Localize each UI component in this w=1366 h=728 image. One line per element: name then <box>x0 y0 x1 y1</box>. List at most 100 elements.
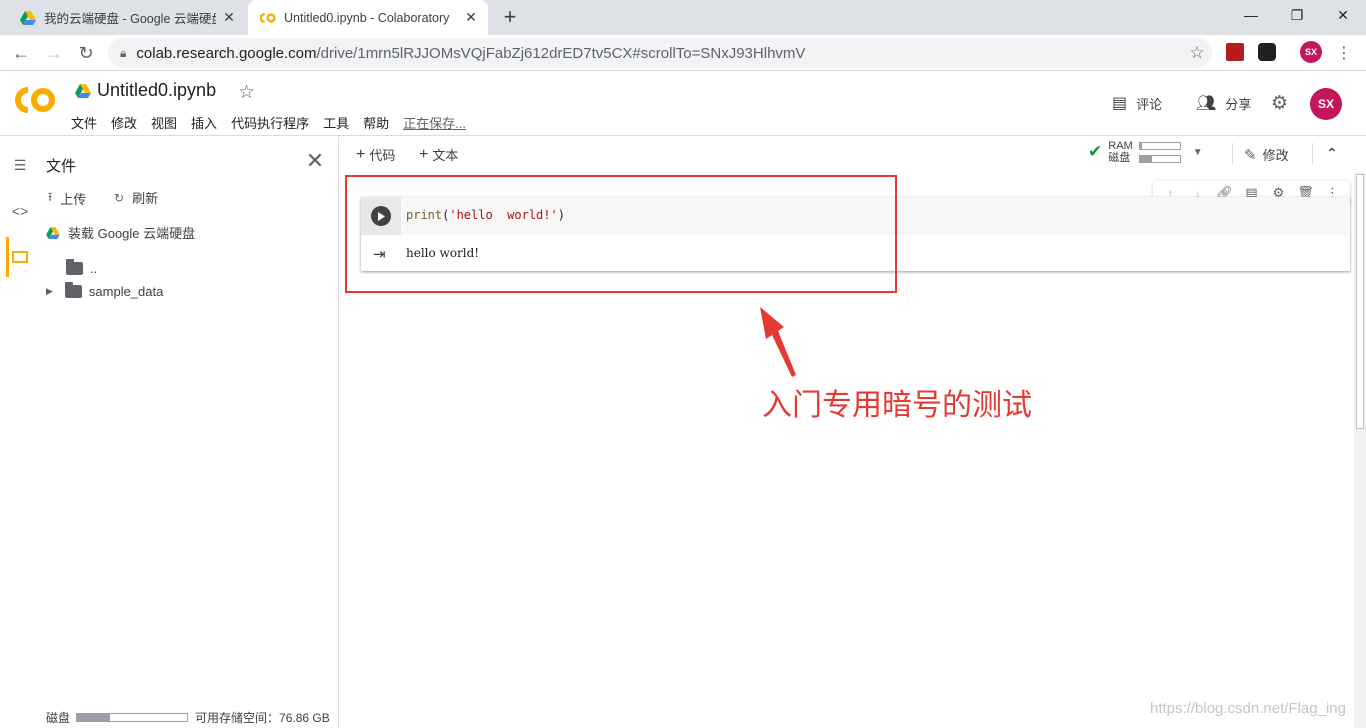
menu-edit[interactable]: 修改 <box>111 113 137 132</box>
collapse-header-icon[interactable]: ⌃ <box>1326 145 1338 162</box>
back-button[interactable]: ← <box>9 41 33 65</box>
menu-runtime[interactable]: 代码执行程序 <box>231 113 309 132</box>
watermark: https://blog.csdn.net/Flag_ing <box>1150 700 1346 717</box>
browser-toolbar: ← → ↻ 🔒︎ colab.research.google.com/drive… <box>0 35 1366 71</box>
tab-colab[interactable]: Untitled0.ipynb - Colaboratory ✕ <box>248 0 488 35</box>
close-tab-icon[interactable]: ✕ <box>464 9 478 25</box>
annotation-highlight-box <box>345 175 897 293</box>
tab-title: 我的云端硬盘 - Google 云端硬盘 <box>44 12 216 26</box>
parent-folder-row[interactable]: .. <box>66 259 98 276</box>
table-of-contents-icon[interactable]: ☰ <box>8 153 32 177</box>
close-window-button[interactable]: ✕ <box>1320 0 1366 30</box>
url-text: colab.research.google.com/drive/1mrn5lRJ… <box>136 44 806 62</box>
bookmark-star-icon[interactable]: ☆ <box>1182 43 1212 63</box>
menu-file[interactable]: 文件 <box>71 113 97 132</box>
pdf-extension-icon[interactable] <box>1226 43 1244 61</box>
disk-fill <box>1139 155 1152 162</box>
edit-button[interactable]: ✎ 修改 <box>1244 145 1289 164</box>
folder-label: sample_data <box>88 284 164 299</box>
save-status[interactable]: 正在保存... <box>403 113 466 132</box>
disk-usage-bar <box>76 713 189 722</box>
refresh-icon: ↻ <box>114 190 125 205</box>
share-button[interactable]: 👥︎ 分享 <box>1196 93 1251 113</box>
close-sidebar-icon[interactable]: ✕ <box>303 150 327 174</box>
refresh-button[interactable]: ↻ 刷新 <box>114 188 158 207</box>
upload-button[interactable]: ⭱ 上传 <box>48 188 86 209</box>
reload-button[interactable]: ↻ <box>74 41 98 65</box>
new-tab-button[interactable]: + <box>500 6 520 28</box>
notebook-title[interactable]: Untitled0.ipynb <box>75 80 216 101</box>
comment-icon: ▤ <box>1112 95 1128 112</box>
expand-caret-icon[interactable]: ▶ <box>46 286 53 297</box>
add-code-label: 代码 <box>369 148 396 163</box>
add-text-label: 文本 <box>432 148 459 163</box>
account-avatar[interactable]: SX <box>1310 88 1342 120</box>
tab-title: Untitled0.ipynb - Colaboratory <box>284 10 450 25</box>
notebook-toolbar: + 代码 + 文本 ✔ RAM 磁盘 ▼ ✎ 修改 ⌃ <box>340 137 1366 171</box>
upload-label: 上传 <box>60 192 87 207</box>
menu-help[interactable]: 帮助 <box>363 113 389 132</box>
edit-label: 修改 <box>1262 148 1289 163</box>
address-bar[interactable]: 🔒︎ colab.research.google.com/drive/1mrn5… <box>108 38 1212 68</box>
connected-check-icon: ✔ <box>1088 142 1103 161</box>
parent-folder-label: .. <box>90 261 98 276</box>
upload-icon: ⭱ <box>48 190 53 204</box>
extension-icon[interactable] <box>1258 43 1276 61</box>
plus-icon: + <box>419 145 429 163</box>
add-code-button[interactable]: + 代码 <box>356 145 395 164</box>
people-icon: 👥︎ <box>1196 95 1217 112</box>
menu-bar: 文件 修改 视图 插入 代码执行程序 工具 帮助 正在保存... <box>71 113 480 132</box>
scrollbar-thumb[interactable] <box>1356 174 1364 429</box>
settings-gear-icon[interactable]: ⚙ <box>1271 92 1288 115</box>
colab-icon <box>260 12 276 23</box>
add-text-button[interactable]: + 文本 <box>419 145 458 164</box>
comment-button[interactable]: ▤ 评论 <box>1112 93 1162 113</box>
files-folder-icon[interactable] <box>8 245 32 269</box>
disk-label: 磁盘 <box>46 711 71 725</box>
code-snippets-icon[interactable]: <> <box>8 199 32 223</box>
disk-usage-fill <box>77 714 111 721</box>
divider <box>1232 143 1233 165</box>
profile-avatar[interactable]: SX <box>1300 41 1322 63</box>
ram-fill <box>1139 142 1142 149</box>
divider <box>1312 143 1313 165</box>
mount-drive-label: 装载 Google 云端硬盘 <box>68 226 196 241</box>
restore-button[interactable]: ❐ <box>1274 0 1320 30</box>
lock-icon: 🔒︎ <box>120 45 127 60</box>
disk-bar <box>1138 154 1181 163</box>
disk-label: 磁盘 <box>1108 152 1131 164</box>
google-drive-icon <box>75 83 91 98</box>
star-notebook-icon[interactable]: ☆ <box>238 81 255 104</box>
annotation-arrow <box>760 307 796 377</box>
plus-icon: + <box>356 145 366 163</box>
ram-label: RAM <box>1108 140 1133 152</box>
resource-monitor[interactable]: ✔ RAM 磁盘 ▼ <box>1088 140 1203 164</box>
google-drive-icon <box>20 10 36 25</box>
notebook-scrollbar[interactable] <box>1354 172 1366 728</box>
minimize-button[interactable]: — <box>1228 0 1274 30</box>
notebook-title-text[interactable]: Untitled0.ipynb <box>97 80 216 101</box>
disk-usage-footer: 磁盘 可用存储空间：76.86 GB <box>46 709 330 726</box>
sidebar-title: 文件 <box>46 158 77 175</box>
forward-button[interactable]: → <box>42 41 66 65</box>
close-tab-icon[interactable]: ✕ <box>222 9 236 25</box>
pencil-icon: ✎ <box>1244 146 1257 164</box>
share-label: 分享 <box>1225 96 1252 112</box>
browser-tab-strip: 我的云端硬盘 - Google 云端硬盘 ✕ Untitled0.ipynb -… <box>0 0 1366 35</box>
comment-label: 评论 <box>1136 96 1163 112</box>
files-sidebar: ☰ <> 文件 ✕ ⭱ 上传 ↻ 刷新 装载 Google 云端硬盘 .. ▶ sa… <box>0 137 339 728</box>
chevron-down-icon[interactable]: ▼ <box>1193 147 1203 158</box>
folder-icon <box>64 282 82 298</box>
menu-tools[interactable]: 工具 <box>323 113 349 132</box>
folder-up-icon <box>66 259 83 275</box>
tab-google-drive[interactable]: 我的云端硬盘 - Google 云端硬盘 ✕ <box>8 0 246 35</box>
ram-bar <box>1138 141 1181 150</box>
colab-logo[interactable] <box>14 85 56 115</box>
menu-view[interactable]: 视图 <box>151 113 177 132</box>
folder-row-sample-data[interactable]: ▶ sample_data <box>46 282 164 299</box>
menu-insert[interactable]: 插入 <box>191 113 217 132</box>
colab-header: Untitled0.ipynb ☆ 文件 修改 视图 插入 代码执行程序 工具 … <box>0 71 1366 136</box>
refresh-label: 刷新 <box>132 191 159 206</box>
mount-drive-button[interactable]: 装载 Google 云端硬盘 <box>46 223 195 242</box>
browser-menu-icon[interactable]: ⋮ <box>1336 43 1352 63</box>
